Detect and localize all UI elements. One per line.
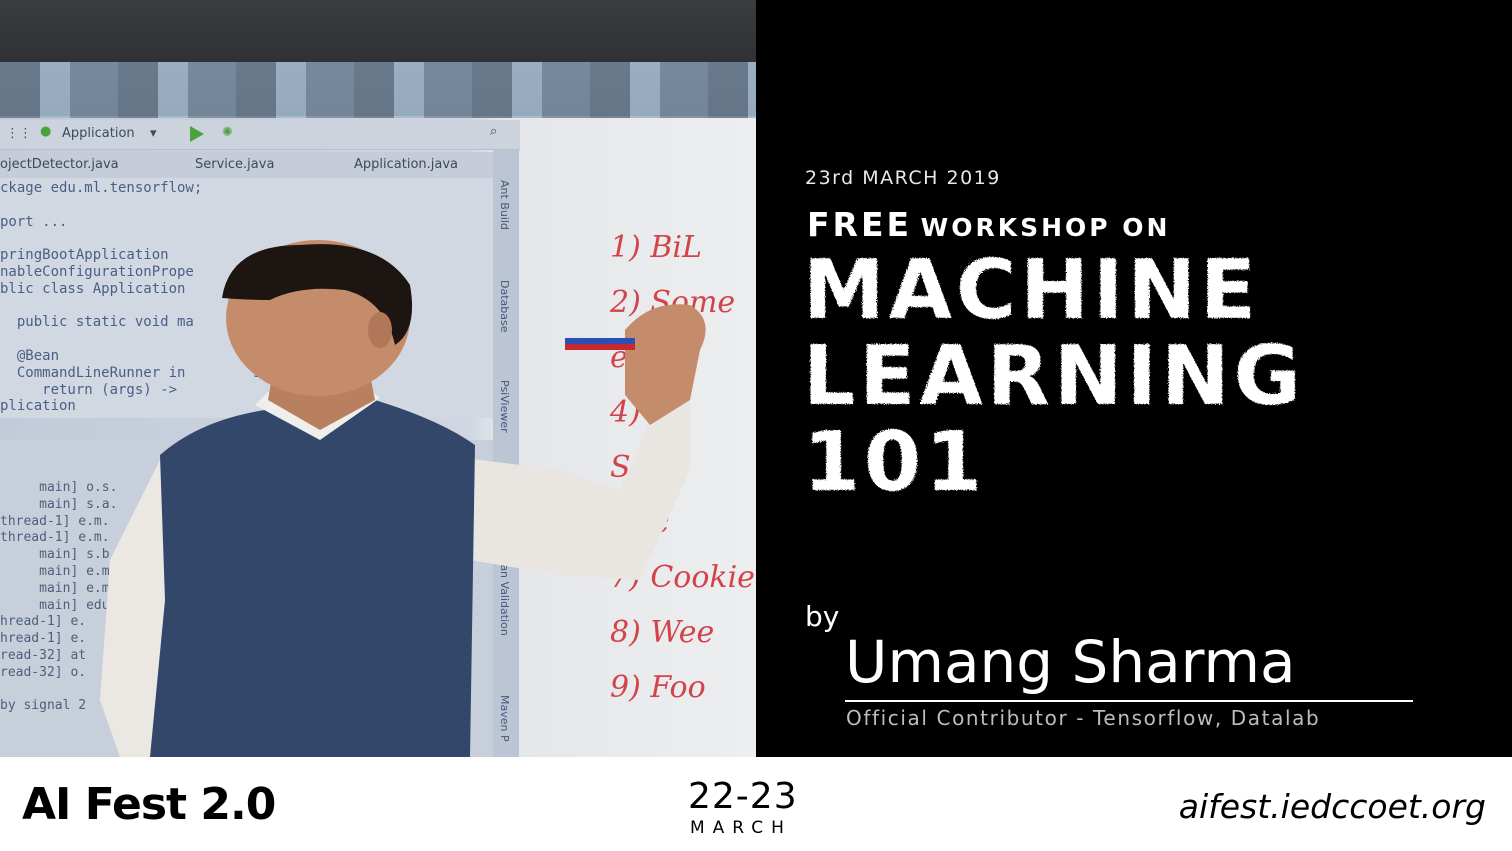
event-name: AI Fest 2.0 [22, 779, 276, 830]
workshop-title-line: LEARNING [803, 329, 1305, 424]
workshop-title: MACHINE LEARNING 101 [803, 248, 1503, 506]
workshop-on-label: WORKSHOP ON [920, 213, 1171, 242]
by-label: by [805, 600, 840, 633]
speaker-role: Official Contributor - Tensorflow, Datal… [846, 706, 1321, 730]
event-month: MARCH [690, 818, 792, 838]
workshop-free-label: FREE [807, 205, 913, 244]
workshop-date: 23rd MARCH 2019 [805, 167, 1001, 189]
event-dates: 22-23 [688, 776, 798, 817]
presenter-photo: ⋮⋮ ● Application ▾ ✺ ⌕ ojectDetector.jav… [0, 0, 756, 757]
event-url[interactable]: aifest.iedccoet.org [1179, 787, 1486, 826]
speaker-underline [845, 700, 1413, 702]
poster: ⋮⋮ ● Application ▾ ✺ ⌕ ojectDetector.jav… [0, 0, 1512, 851]
footer-bar: AI Fest 2.0 22-23 MARCH aifest.iedccoet.… [0, 757, 1512, 851]
speaker-name: Umang Sharma [845, 628, 1296, 696]
presenter-vest [150, 400, 475, 757]
workshop-title-line: MACHINE [803, 243, 1261, 338]
workshop-title-line: 101 [803, 415, 987, 510]
presenter-hand [625, 304, 706, 425]
presenter-figure [100, 240, 706, 757]
workshop-subtitle: FREE WORKSHOP ON [807, 205, 1170, 244]
